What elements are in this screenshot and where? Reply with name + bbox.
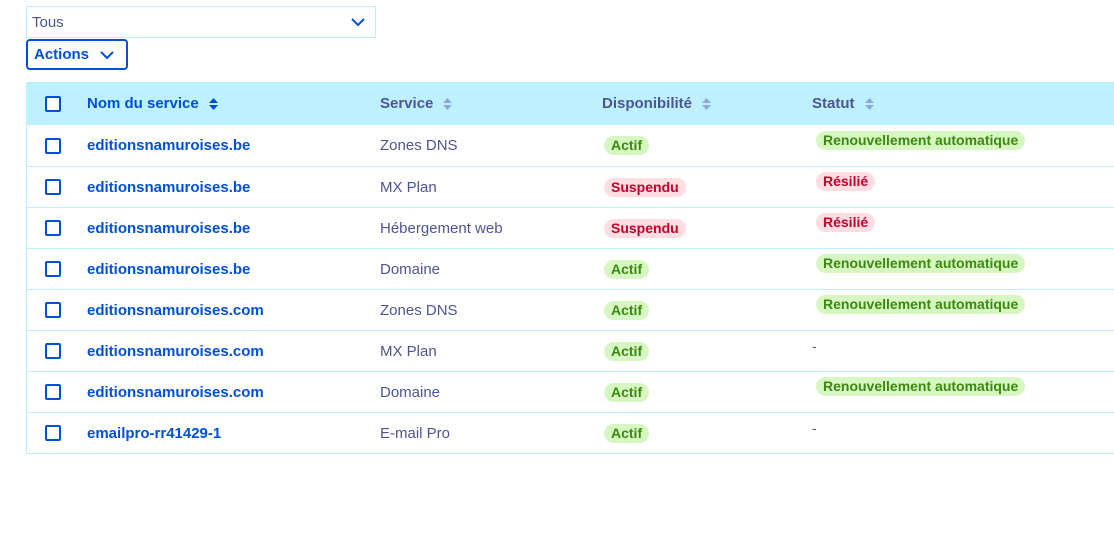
- filter-select-value: Tous: [32, 13, 64, 31]
- service-type: Zones DNS: [380, 301, 458, 319]
- service-type: Hébergement web: [380, 219, 503, 237]
- row-checkbox[interactable]: [45, 384, 61, 400]
- table-row: editionsnamuroises.be Zones DNS Actif Re…: [27, 125, 1114, 166]
- statut-badge: Résilié: [816, 213, 876, 232]
- service-type: Domaine: [380, 260, 441, 278]
- service-name-link[interactable]: editionsnamuroises.be: [87, 261, 250, 278]
- dispo-badge: Actif: [604, 259, 650, 279]
- dispo-badge: Actif: [604, 341, 650, 361]
- statut-badge: Renouvellement automatique: [816, 254, 1026, 273]
- sort-icon[interactable]: [208, 97, 218, 110]
- service-type: MX Plan: [380, 178, 437, 196]
- column-header-label: Service: [380, 95, 434, 112]
- dispo-badge: Suspendu: [604, 177, 686, 197]
- service-name-link[interactable]: editionsnamuroises.be: [87, 220, 250, 237]
- sort-icon[interactable]: [702, 97, 711, 110]
- column-header-statut[interactable]: Statut: [812, 82, 874, 125]
- row-checkbox[interactable]: [45, 137, 61, 154]
- row-checkbox[interactable]: [45, 179, 61, 195]
- chevron-down-icon: [351, 18, 365, 27]
- service-name-link[interactable]: editionsnamuroises.be: [87, 137, 250, 154]
- table-row: editionsnamuroises.com Zones DNS Actif R…: [27, 289, 1114, 330]
- actions-button[interactable]: Actions: [26, 39, 128, 70]
- column-header-name[interactable]: Nom du service: [87, 82, 218, 125]
- table-row: editionsnamuroises.be Domaine Actif Reno…: [27, 248, 1114, 289]
- statut-badge: -: [812, 338, 817, 354]
- dispo-badge: Actif: [604, 423, 650, 443]
- service-type: Domaine: [380, 383, 441, 401]
- row-checkbox[interactable]: [45, 220, 61, 236]
- statut-badge: -: [812, 420, 817, 436]
- service-name-link[interactable]: editionsnamuroises.com: [87, 384, 264, 401]
- dispo-badge: Actif: [604, 300, 650, 320]
- table-header: Nom du service Service Disponibilité Sta…: [27, 82, 1114, 125]
- table-row: editionsnamuroises.com Domaine Actif Ren…: [27, 371, 1114, 412]
- column-header-service[interactable]: Service: [380, 82, 453, 125]
- statut-badge: Renouvellement automatique: [816, 295, 1026, 314]
- service-type: Zones DNS: [380, 137, 458, 154]
- column-header-label: Disponibilité: [602, 95, 692, 112]
- filter-select[interactable]: Tous: [26, 6, 376, 38]
- select-all-checkbox[interactable]: [45, 95, 61, 112]
- dispo-badge: Actif: [604, 136, 650, 155]
- actions-button-label: Actions: [34, 46, 90, 63]
- column-header-dispo[interactable]: Disponibilité: [602, 82, 711, 125]
- service-type: E-mail Pro: [380, 424, 451, 442]
- service-type: MX Plan: [380, 342, 437, 360]
- row-checkbox[interactable]: [45, 343, 61, 359]
- row-checkbox[interactable]: [45, 261, 61, 277]
- sort-icon[interactable]: [443, 97, 453, 110]
- table-row: emailpro-rr41429-1 E-mail Pro Actif -: [27, 412, 1114, 453]
- dispo-badge: Suspendu: [604, 218, 686, 238]
- statut-badge: Résilié: [816, 172, 876, 191]
- row-checkbox[interactable]: [45, 425, 61, 441]
- column-header-label: Nom du service: [87, 95, 199, 112]
- statut-badge: Renouvellement automatique: [816, 130, 1026, 150]
- table-row: editionsnamuroises.com MX Plan Actif -: [27, 330, 1114, 371]
- service-name-link[interactable]: editionsnamuroises.com: [87, 343, 264, 360]
- table-body: editionsnamuroises.be Zones DNS Actif Re…: [27, 125, 1114, 453]
- row-checkbox[interactable]: [45, 302, 61, 318]
- service-name-link[interactable]: editionsnamuroises.be: [87, 179, 250, 196]
- dispo-badge: Actif: [604, 382, 650, 402]
- statut-badge: Renouvellement automatique: [816, 377, 1026, 396]
- sort-icon[interactable]: [864, 97, 874, 110]
- column-header-label: Statut: [812, 95, 855, 112]
- services-table: Nom du service Service Disponibilité Sta…: [26, 82, 1114, 454]
- service-name-link[interactable]: emailpro-rr41429-1: [87, 425, 221, 442]
- table-row: editionsnamuroises.be MX Plan Suspendu R…: [27, 166, 1114, 207]
- service-name-link[interactable]: editionsnamuroises.com: [87, 302, 264, 319]
- chevron-down-icon: [100, 50, 114, 59]
- table-row: editionsnamuroises.be Hébergement web Su…: [27, 207, 1114, 248]
